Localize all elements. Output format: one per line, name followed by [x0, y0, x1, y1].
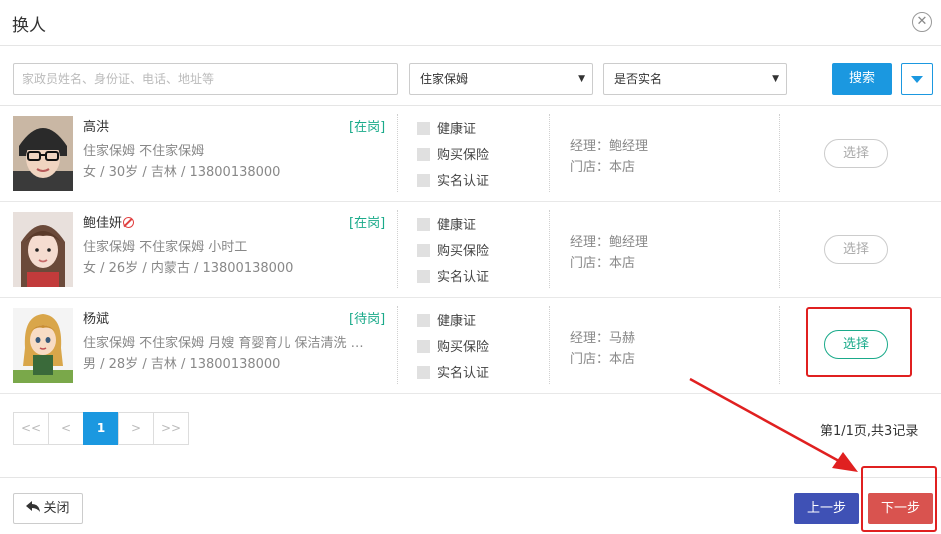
checkbox-icon [417, 148, 430, 161]
close-icon[interactable]: ✕ [912, 12, 932, 32]
cert-realname: 实名认证 [417, 170, 489, 189]
choose-button[interactable]: 选择 [824, 235, 888, 264]
pagination-summary: 第1/1页,共3记录 [820, 424, 919, 439]
pagination-last[interactable]: >> [153, 412, 189, 445]
worker-type-select-value: 住家保姆 [420, 72, 469, 86]
divider [779, 114, 780, 192]
status-badge: [待岗] [349, 312, 386, 327]
divider [549, 114, 550, 192]
checkbox-icon [417, 174, 430, 187]
checkbox-icon [417, 218, 430, 231]
dialog-header: 换人 ✕ [0, 0, 941, 46]
table-row: 鲍佳妍 [在岗] 住家保姆 不住家保姆 小时工 女 / 26岁 / 内蒙古 / … [0, 202, 941, 298]
cert-realname: 实名认证 [417, 362, 489, 381]
divider [779, 306, 780, 384]
reply-arrow-icon [26, 494, 41, 523]
real-name-select-value: 是否实名 [614, 72, 663, 86]
pagination-next[interactable]: > [118, 412, 154, 445]
cert-insurance: 购买保险 [417, 144, 489, 163]
search-toolbar: 住家保姆 ▼ 是否实名 ▼ 搜索 [0, 46, 941, 106]
worker-info: 女 / 26岁 / 内蒙古 / 13800138000 [83, 261, 294, 276]
divider [397, 306, 398, 384]
table-row: 杨斌 [待岗] 住家保姆 不住家保姆 月嫂 育婴育儿 保洁清洗 … 男 / 28… [0, 298, 941, 394]
checkbox-icon [417, 244, 430, 257]
status-badge: [在岗] [349, 120, 386, 135]
dialog-title: 换人 [12, 16, 46, 36]
worker-services: 住家保姆 不住家保姆 小时工 [83, 240, 248, 255]
worker-store: 门店：本店 [570, 160, 636, 175]
avatar [13, 116, 73, 191]
cert-health: 健康证 [417, 118, 476, 137]
worker-info: 女 / 30岁 / 吉林 / 13800138000 [83, 165, 281, 180]
worker-name: 鲍佳妍 [83, 212, 135, 231]
worker-store: 门店：本店 [570, 352, 636, 367]
expand-filters-button[interactable] [901, 63, 933, 95]
footer-divider [0, 477, 941, 478]
pagination-current[interactable]: 1 [83, 412, 119, 445]
cert-insurance: 购买保险 [417, 336, 489, 355]
worker-manager: 经理：马赫 [570, 331, 636, 346]
divider [549, 306, 550, 384]
pagination-prev[interactable]: < [48, 412, 84, 445]
search-input[interactable] [13, 63, 398, 95]
pagination-first[interactable]: << [13, 412, 49, 445]
chevron-down-icon: ▼ [578, 74, 585, 84]
choose-button[interactable]: 选择 [824, 139, 888, 168]
worker-info: 男 / 28岁 / 吉林 / 13800138000 [83, 357, 281, 372]
real-name-select[interactable]: 是否实名 ▼ [603, 63, 787, 95]
worker-name: 高洪 [83, 120, 110, 135]
chevron-down-icon: ▼ [772, 74, 779, 84]
close-button[interactable]: 关闭 [13, 493, 83, 524]
divider [779, 210, 780, 288]
cert-health: 健康证 [417, 310, 476, 329]
caret-down-icon [911, 76, 923, 83]
ban-icon [123, 217, 135, 228]
worker-store: 门店：本店 [570, 256, 636, 271]
checkbox-icon [417, 366, 430, 379]
divider [397, 210, 398, 288]
cert-health: 健康证 [417, 214, 476, 233]
cert-realname: 实名认证 [417, 266, 489, 285]
worker-type-select[interactable]: 住家保姆 ▼ [409, 63, 593, 95]
worker-services: 住家保姆 不住家保姆 [83, 144, 205, 159]
worker-services: 住家保姆 不住家保姆 月嫂 育婴育儿 保洁清洗 … [83, 336, 364, 351]
choose-button[interactable]: 选择 [824, 330, 888, 359]
checkbox-icon [417, 122, 430, 135]
search-button[interactable]: 搜索 [832, 63, 892, 95]
worker-manager: 经理：鲍经理 [570, 139, 649, 154]
divider [397, 114, 398, 192]
table-row: 高洪 [在岗] 住家保姆 不住家保姆 女 / 30岁 / 吉林 / 138001… [0, 106, 941, 202]
prev-step-button[interactable]: 上一步 [794, 493, 859, 524]
pagination: << < 1 > >> [13, 412, 189, 445]
status-badge: [在岗] [349, 216, 386, 231]
avatar [13, 212, 73, 287]
worker-manager: 经理：鲍经理 [570, 235, 649, 250]
checkbox-icon [417, 340, 430, 353]
cert-insurance: 购买保险 [417, 240, 489, 259]
avatar [13, 308, 73, 383]
checkbox-icon [417, 270, 430, 283]
divider [549, 210, 550, 288]
checkbox-icon [417, 314, 430, 327]
next-step-button[interactable]: 下一步 [868, 493, 933, 524]
worker-name: 杨斌 [83, 312, 110, 327]
